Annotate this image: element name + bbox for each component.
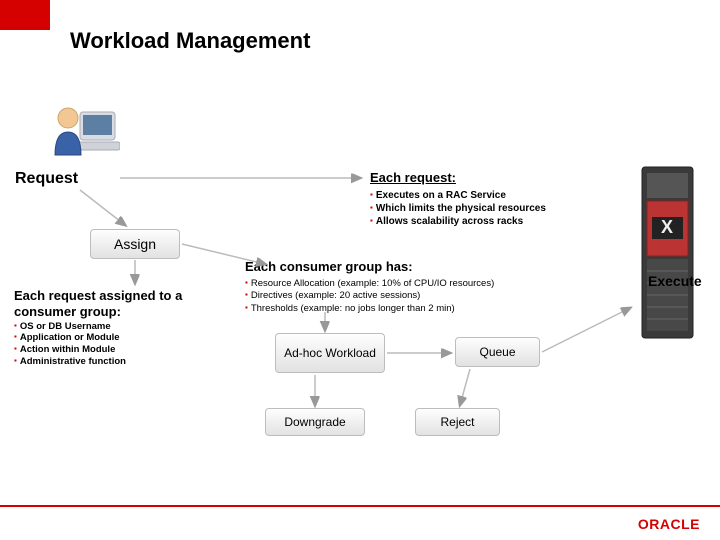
oracle-logo-text: ORACLE (638, 516, 700, 532)
oracle-logo: ORACLE (638, 516, 700, 532)
flow-arrows (0, 0, 720, 540)
footer: ORACLE (0, 505, 720, 540)
